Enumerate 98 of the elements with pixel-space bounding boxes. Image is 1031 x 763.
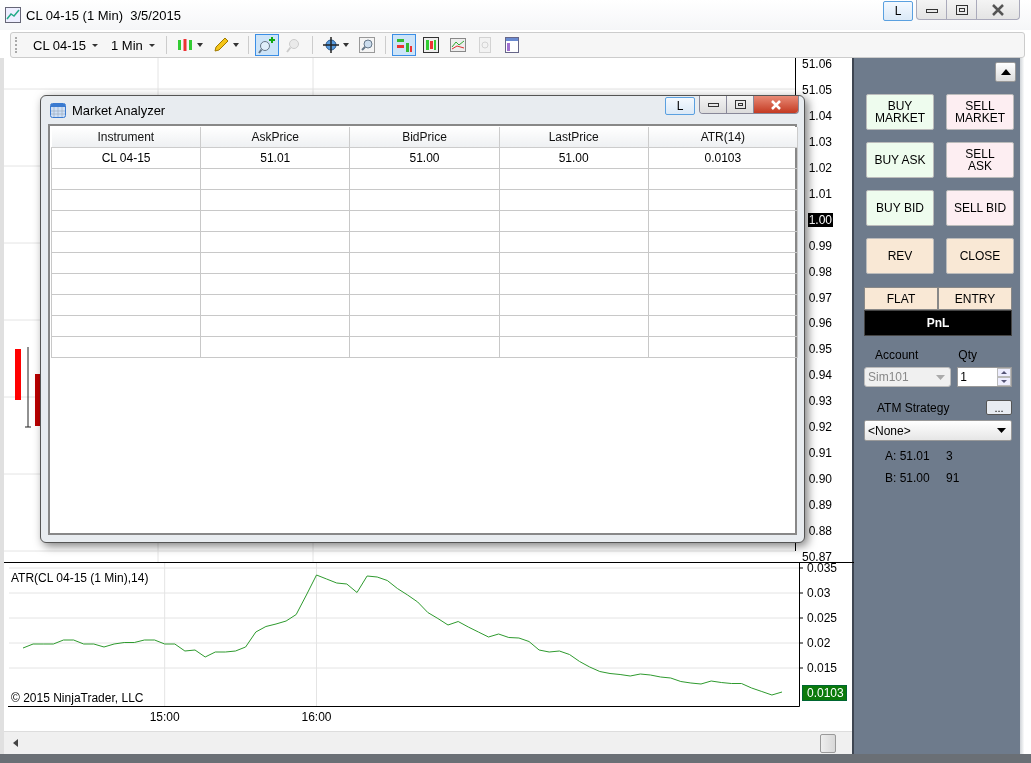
table-cell: 0.0103 [648,147,798,169]
chart-icon [5,7,21,23]
qty-spinner[interactable]: 1 [957,367,1012,387]
price-label: 50.87 [801,548,833,563]
candlestick-icon [175,36,194,54]
zoom-icon [357,36,376,54]
caret-icon [342,43,349,47]
left-arrow-icon[interactable] [12,738,20,748]
layout-button[interactable]: L [883,1,913,21]
minimize-icon [707,101,719,108]
chart-trader-icon [394,36,413,54]
axis-label: 0.025 [807,611,838,626]
table-cell: 51.00 [349,147,500,169]
quote-price: B: 51.00 [885,471,931,485]
horizontal-scrollbar[interactable] [4,731,852,754]
pencil-icon [211,36,230,54]
quote-price: A: 51.01 [885,449,931,463]
table-cell: CL 04-15 [51,147,201,169]
window-title: CL 04-15 (1 Min) 3/5/2015 [26,7,181,23]
quote-size: 91 [946,471,960,485]
order-button[interactable]: SELL ASK [946,142,1014,178]
order-button[interactable]: BUY MARKET [866,94,934,130]
layout-button[interactable]: L [665,97,695,115]
price-label: 0.88 [808,522,833,540]
price-label: 0.96 [808,315,833,333]
crosshair-icon [321,36,340,54]
price-label: 0.92 [808,419,833,437]
qty-label: Qty [958,348,978,362]
zoom-in-icon [257,36,276,54]
price-label: 0.89 [808,497,833,514]
price-label: 51.06 [801,58,833,73]
axis-label: 0.015 [807,661,838,676]
atm-strategy-label: ATM Strategy [877,400,950,415]
maximize-button[interactable] [727,96,754,113]
price-label: 51.05 [801,81,833,99]
order-button[interactable]: CLOSE [946,238,1014,274]
grid-icon [50,102,66,118]
order-button[interactable]: REV [866,238,934,274]
zoom-in-button[interactable] [254,34,279,56]
collapse-button[interactable] [995,62,1016,82]
price-label: 0.91 [808,445,833,463]
column-header[interactable]: Instrument [51,127,201,148]
maximize-icon [955,4,968,15]
caret-icon [936,374,946,380]
interval-dropdown[interactable]: 1 Min [106,35,160,55]
price-label: 1.03 [808,133,833,151]
close-icon [991,3,1005,16]
price-label: 0.97 [808,289,833,307]
price-label: 0.93 [808,393,833,411]
up-arrow-icon [1000,69,1011,75]
properties-icon [502,36,521,54]
maximize-icon [734,100,746,109]
price-label: 1.01 [808,185,833,203]
column-header[interactable]: BidPrice [349,127,500,148]
last-value-badge: 0.0103 [802,685,847,702]
price-label: 0.98 [808,263,833,281]
order-button[interactable]: SELL MARKET [946,94,1014,130]
price-label: 0.95 [808,341,833,359]
caret-icon [196,43,203,47]
price-label: 0.94 [808,367,833,385]
column-header[interactable]: ATR(14) [648,127,798,148]
position-button[interactable]: ENTRY [938,287,1012,310]
caret-icon [232,43,239,47]
order-button[interactable]: BUY ASK [866,142,934,178]
axis-label: 0.035 [807,562,838,576]
table-cell: 51.00 [499,147,649,169]
price-label: 0.99 [808,237,833,255]
time-label: 15:00 [149,710,180,725]
bar-chart-icon [421,36,440,54]
column-header[interactable]: LastPrice [499,127,649,148]
order-button[interactable]: SELL BID [946,190,1014,226]
quote-size: 3 [946,449,953,463]
caret-icon [997,428,1006,433]
indicator-label: ATR(CL 04-15 (1 Min),14) [11,571,149,586]
chart-trader-button[interactable] [391,34,416,56]
window-title: Market Analyzer [72,102,166,118]
close-icon [770,99,782,110]
column-header[interactable]: AskPrice [200,127,350,148]
minimize-button[interactable] [700,96,727,113]
line-chart-icon [448,36,467,54]
account-label: Account [875,348,919,362]
copyright-text: © 2015 NinjaTrader, LLC [11,691,144,706]
time-label: 16:00 [301,710,332,725]
scrollbar-thumb[interactable] [820,733,836,753]
price-label: 0.90 [808,471,833,489]
axis-label: 0.02 [807,636,831,651]
price-label: 1.04 [808,107,833,125]
axis-label: 0.03 [807,586,831,601]
pnl-display: PnL [864,310,1012,336]
price-label: 1.02 [808,159,833,177]
atm-strategy-dropdown[interactable]: <None> [864,420,1012,441]
order-button[interactable]: BUY BID [866,190,934,226]
table-cell: 51.01 [200,147,350,169]
price-label: 1.00 [807,212,833,227]
more-button[interactable]: ... [986,400,1012,415]
close-button[interactable] [754,96,798,113]
instrument-dropdown[interactable]: CL 04-15 [28,35,103,55]
position-button[interactable]: FLAT [864,287,938,310]
